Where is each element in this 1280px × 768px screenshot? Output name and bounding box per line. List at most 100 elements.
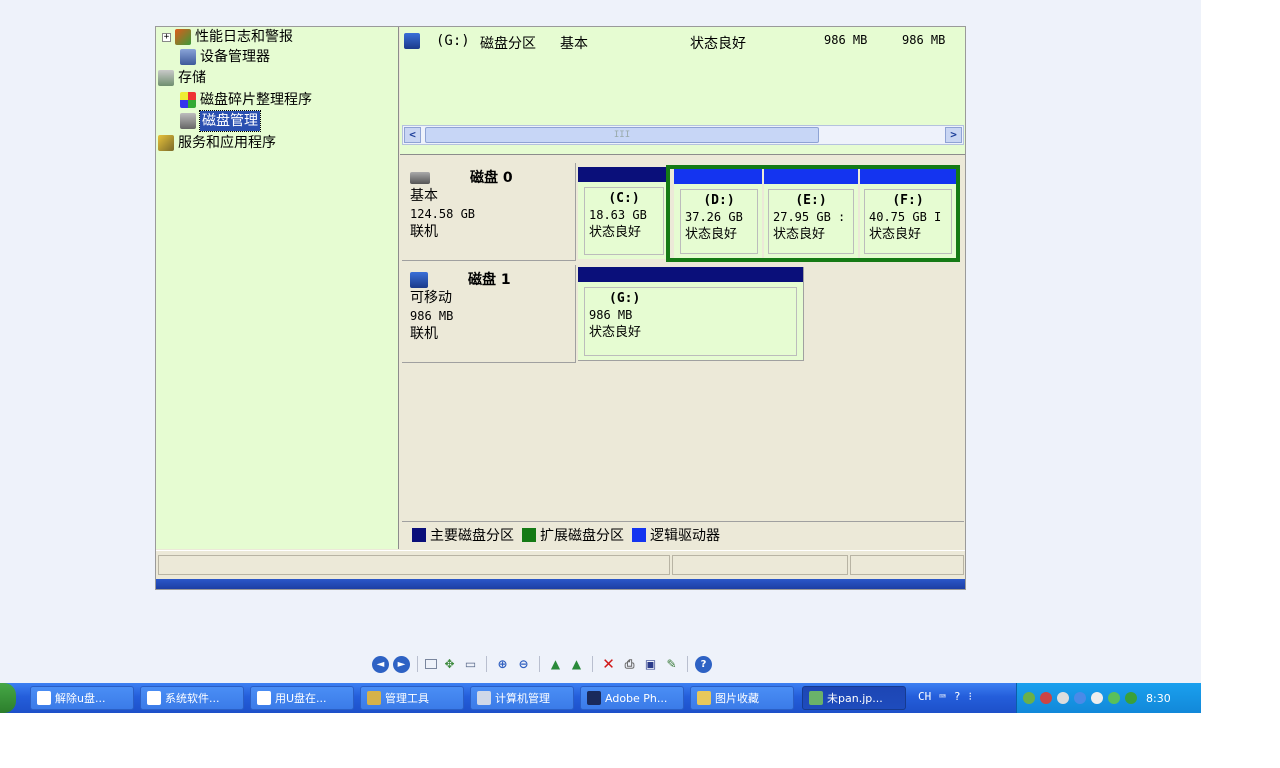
tray-icon[interactable]	[1023, 692, 1035, 704]
volume-status: 状态良好	[690, 36, 746, 52]
toolbar-separator	[687, 656, 688, 672]
safely-remove-hardware-icon[interactable]	[1108, 692, 1120, 704]
legend-label: 扩展磁盘分区	[540, 527, 624, 544]
disk-management-icon	[180, 113, 196, 129]
partition-letter: (G:)	[609, 291, 641, 306]
tray-icon[interactable]	[1074, 692, 1086, 704]
partition-status: 状态良好	[589, 225, 642, 240]
scroll-thumb[interactable]: III	[425, 127, 819, 143]
partition-letter: (E:)	[795, 193, 827, 208]
legend-label: 逻辑驱动器	[650, 527, 720, 544]
delete-icon[interactable]: ✕	[600, 655, 617, 673]
taskbar-button[interactable]: 管理工具	[360, 686, 464, 710]
taskbar-button[interactable]: 系统软件...	[140, 686, 244, 710]
disk-title: 磁盘 0	[470, 170, 513, 186]
taskbar-button-active[interactable]: 未pan.jp...	[802, 686, 906, 710]
taskbar-button[interactable]: 图片收藏	[690, 686, 794, 710]
partition-c[interactable]: (C:) 18.63 GB 状态良好	[578, 167, 668, 259]
best-fit-icon[interactable]	[425, 659, 437, 669]
viewer-toolbar: ◄ ► ✥ ▭ ⊕ ⊖ ▲ ▲ ✕ ⎙ ▣ ✎ ?	[372, 652, 712, 676]
tree-item-performance-logs[interactable]: + 性能日志和警报	[162, 27, 293, 47]
expand-icon[interactable]: +	[162, 32, 171, 42]
actual-size-icon[interactable]: ✥	[441, 656, 458, 673]
tree-item-defrag[interactable]: 磁盘碎片整理程序	[180, 90, 312, 110]
taskbar-label: 图片收藏	[715, 692, 759, 705]
partition-letter: (C:)	[608, 191, 640, 206]
services-icon	[158, 135, 174, 151]
tray-icon[interactable]	[1091, 692, 1103, 704]
graphical-disk-view: 磁盘 0 基本 124.58 GB 联机 (C:) 18.63 GB 状态良好 …	[400, 159, 965, 519]
edit-icon[interactable]: ✎	[663, 656, 680, 673]
taskbar-label: 未pan.jp...	[827, 692, 883, 705]
tree-item-label: 性能日志和警报	[195, 29, 293, 45]
ie-icon	[257, 691, 271, 705]
rotate-ccw-icon[interactable]: ▲	[568, 656, 585, 673]
status-bar	[156, 550, 965, 578]
slideshow-icon[interactable]: ▭	[462, 656, 479, 673]
clock[interactable]: 8:30	[1146, 692, 1171, 705]
logical-drive-bar	[764, 169, 858, 184]
photoshop-icon	[587, 691, 601, 705]
scroll-left-button[interactable]: <	[404, 127, 421, 143]
tray-icon[interactable]	[1057, 692, 1069, 704]
help-icon[interactable]: ?	[695, 655, 712, 673]
disk-state: 联机	[410, 326, 438, 342]
partition-status: 状态良好	[773, 227, 826, 242]
toolbar-separator	[486, 656, 487, 672]
volume-capacity: 986 MB	[824, 33, 868, 47]
shield-icon[interactable]	[1125, 692, 1137, 704]
partition-status: 状态良好	[685, 227, 738, 242]
taskbar-button[interactable]: 计算机管理	[470, 686, 574, 710]
window-bottom-edge	[156, 579, 965, 589]
partition-size: 40.75 GB I	[869, 210, 942, 224]
horizontal-scrollbar[interactable]: < III >	[402, 125, 964, 145]
taskbar: 解除u盘... 系统软件... 用U盘在... 管理工具 计算机管理 Adobe…	[0, 683, 1201, 713]
zoom-out-icon[interactable]: ⊖	[515, 656, 532, 673]
tree-item-label: 存储	[178, 70, 206, 86]
legend-label: 主要磁盘分区	[430, 527, 514, 544]
volume-row-g[interactable]: (G:) 磁盘分区 基本 状态良好 986 MB 986 MB	[404, 31, 960, 53]
save-icon[interactable]: ▣	[642, 656, 659, 673]
status-pane	[850, 555, 964, 575]
partition-size: 37.26 GB	[685, 210, 743, 224]
tree-item-label: 服务和应用程序	[178, 135, 276, 151]
start-button[interactable]	[0, 683, 16, 713]
prev-image-icon[interactable]: ◄	[372, 655, 389, 673]
rotate-cw-icon[interactable]: ▲	[547, 656, 564, 673]
taskbar-button[interactable]: Adobe Ph...	[580, 686, 684, 710]
partition-size: 27.95 GB :	[773, 210, 846, 224]
taskbar-button[interactable]: 用U盘在...	[250, 686, 354, 710]
help-icon[interactable]: ?	[954, 690, 961, 703]
partition-f[interactable]: (F:) 40.75 GB I 状态良好	[860, 169, 956, 258]
print-icon[interactable]: ⎙	[621, 656, 638, 673]
computer-management-icon	[477, 691, 491, 705]
keyboard-icon[interactable]: ⌨	[939, 690, 946, 703]
zoom-in-icon[interactable]: ⊕	[494, 656, 511, 673]
taskbar-button[interactable]: 解除u盘...	[30, 686, 134, 710]
language-indicator[interactable]: CH	[918, 690, 931, 703]
disk-1-label[interactable]: 磁盘 1 可移动 986 MB 联机	[402, 265, 576, 363]
volume-name: (G:)	[436, 33, 470, 49]
scroll-right-button[interactable]: >	[945, 127, 962, 143]
options-icon[interactable]: ⁝	[969, 690, 973, 703]
tree-item-storage[interactable]: 存储	[158, 68, 206, 88]
toolbar-separator	[592, 656, 593, 672]
hard-disk-icon	[410, 172, 430, 184]
status-pane	[672, 555, 848, 575]
tree-item-label: 磁盘管理	[199, 110, 261, 132]
toolbar-separator	[539, 656, 540, 672]
disk-0-label[interactable]: 磁盘 0 基本 124.58 GB 联机	[402, 163, 576, 261]
partition-g[interactable]: (G:) 986 MB 状态良好	[578, 267, 804, 361]
tree-item-device-manager[interactable]: 设备管理器	[180, 47, 270, 67]
tray-icon[interactable]	[1040, 692, 1052, 704]
taskbar-label: Adobe Ph...	[605, 691, 668, 705]
partition-e[interactable]: (E:) 27.95 GB : 状态良好	[764, 169, 858, 258]
tree-item-disk-management[interactable]: 磁盘管理	[180, 110, 261, 132]
language-bar[interactable]: CH ⌨ ? ⁝	[918, 690, 972, 703]
disk-size: 986 MB	[410, 309, 454, 323]
next-image-icon[interactable]: ►	[393, 655, 410, 673]
tree-item-services[interactable]: 服务和应用程序	[158, 133, 276, 153]
partition-d[interactable]: (D:) 37.26 GB 状态良好	[674, 169, 762, 258]
admin-tools-icon	[367, 691, 381, 705]
primary-partition-bar	[578, 267, 803, 282]
